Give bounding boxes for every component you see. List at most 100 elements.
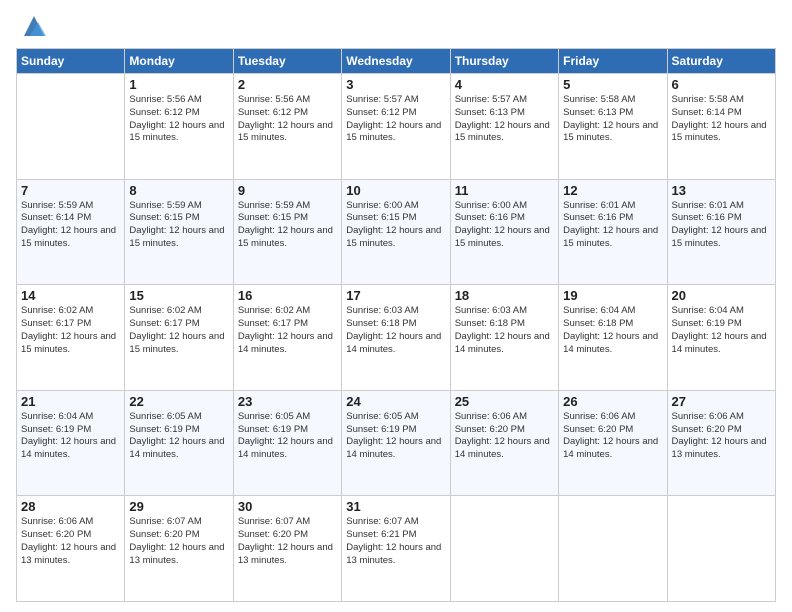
day-info: Sunrise: 5:58 AMSunset: 6:14 PMDaylight:… (672, 94, 771, 145)
day-info: Sunrise: 5:56 AMSunset: 6:12 PMDaylight:… (129, 94, 228, 145)
day-number: 24 (346, 394, 445, 409)
day-cell: 18 Sunrise: 6:03 AMSunset: 6:18 PMDayligh… (450, 285, 558, 391)
day-cell: 28 Sunrise: 6:06 AMSunset: 6:20 PMDayligh… (17, 496, 125, 602)
day-cell: 11 Sunrise: 6:00 AMSunset: 6:16 PMDayligh… (450, 179, 558, 285)
day-number: 18 (455, 288, 554, 303)
week-row-5: 28 Sunrise: 6:06 AMSunset: 6:20 PMDayligh… (17, 496, 776, 602)
day-number: 5 (563, 77, 662, 92)
week-row-2: 7 Sunrise: 5:59 AMSunset: 6:14 PMDaylight… (17, 179, 776, 285)
day-cell: 2 Sunrise: 5:56 AMSunset: 6:12 PMDaylight… (233, 74, 341, 180)
day-number: 19 (563, 288, 662, 303)
day-number: 8 (129, 183, 228, 198)
day-cell: 31Sunrise: 6:07 AMSunset: 6:21 PMDayligh… (342, 496, 450, 602)
day-info: Sunrise: 6:00 AMSunset: 6:16 PMDaylight:… (455, 200, 554, 251)
weekday-header-saturday: Saturday (667, 49, 775, 74)
day-number: 28 (21, 499, 120, 514)
day-number: 4 (455, 77, 554, 92)
day-number: 7 (21, 183, 120, 198)
day-number: 31 (346, 499, 445, 514)
day-info: Sunrise: 5:57 AMSunset: 6:12 PMDaylight:… (346, 94, 445, 145)
day-number: 13 (672, 183, 771, 198)
day-cell: 19 Sunrise: 6:04 AMSunset: 6:18 PMDayligh… (559, 285, 667, 391)
day-info: Sunrise: 6:06 AMSunset: 6:20 PMDaylight:… (21, 516, 120, 567)
day-info: Sunrise: 6:06 AMSunset: 6:20 PMDaylight:… (563, 411, 662, 462)
day-info: Sunrise: 6:02 AMSunset: 6:17 PMDaylight:… (129, 305, 228, 356)
day-info: Sunrise: 6:04 AMSunset: 6:18 PMDaylight:… (563, 305, 662, 356)
day-cell: 4 Sunrise: 5:57 AMSunset: 6:13 PMDaylight… (450, 74, 558, 180)
day-cell (450, 496, 558, 602)
week-row-4: 21 Sunrise: 6:04 AMSunset: 6:19 PMDayligh… (17, 390, 776, 496)
day-number: 14 (21, 288, 120, 303)
day-number: 27 (672, 394, 771, 409)
day-info: Sunrise: 5:57 AMSunset: 6:13 PMDaylight:… (455, 94, 554, 145)
day-info: Sunrise: 6:04 AMSunset: 6:19 PMDaylight:… (672, 305, 771, 356)
day-number: 11 (455, 183, 554, 198)
day-number: 26 (563, 394, 662, 409)
day-info: Sunrise: 6:03 AMSunset: 6:18 PMDaylight:… (455, 305, 554, 356)
day-info: Sunrise: 6:02 AMSunset: 6:17 PMDaylight:… (238, 305, 337, 356)
weekday-header-sunday: Sunday (17, 49, 125, 74)
header (16, 12, 776, 40)
day-cell (17, 74, 125, 180)
weekday-header-friday: Friday (559, 49, 667, 74)
day-cell: 25Sunrise: 6:06 AMSunset: 6:20 PMDayligh… (450, 390, 558, 496)
day-cell: 30 Sunrise: 6:07 AMSunset: 6:20 PMDayligh… (233, 496, 341, 602)
weekday-header-tuesday: Tuesday (233, 49, 341, 74)
day-number: 20 (672, 288, 771, 303)
day-cell: 27 Sunrise: 6:06 AMSunset: 6:20 PMDayligh… (667, 390, 775, 496)
week-row-1: 1Sunrise: 5:56 AMSunset: 6:12 PMDaylight… (17, 74, 776, 180)
day-info: Sunrise: 5:59 AMSunset: 6:14 PMDaylight:… (21, 200, 120, 251)
weekday-header-monday: Monday (125, 49, 233, 74)
day-number: 23 (238, 394, 337, 409)
weekday-header-thursday: Thursday (450, 49, 558, 74)
day-info: Sunrise: 6:05 AMSunset: 6:19 PMDaylight:… (238, 411, 337, 462)
day-cell: 15 Sunrise: 6:02 AMSunset: 6:17 PMDayligh… (125, 285, 233, 391)
day-number: 6 (672, 77, 771, 92)
day-number: 21 (21, 394, 120, 409)
day-number: 10 (346, 183, 445, 198)
day-info: Sunrise: 6:05 AMSunset: 6:19 PMDaylight:… (129, 411, 228, 462)
day-cell: 23 Sunrise: 6:05 AMSunset: 6:19 PMDayligh… (233, 390, 341, 496)
day-number: 2 (238, 77, 337, 92)
weekday-header-wednesday: Wednesday (342, 49, 450, 74)
day-number: 29 (129, 499, 228, 514)
week-row-3: 14 Sunrise: 6:02 AMSunset: 6:17 PMDayligh… (17, 285, 776, 391)
day-info: Sunrise: 5:58 AMSunset: 6:13 PMDaylight:… (563, 94, 662, 145)
day-info: Sunrise: 6:00 AMSunset: 6:15 PMDaylight:… (346, 200, 445, 251)
day-number: 17 (346, 288, 445, 303)
day-number: 15 (129, 288, 228, 303)
day-number: 3 (346, 77, 445, 92)
day-info: Sunrise: 6:02 AMSunset: 6:17 PMDaylight:… (21, 305, 120, 356)
day-cell: 3 Sunrise: 5:57 AMSunset: 6:12 PMDaylight… (342, 74, 450, 180)
day-info: Sunrise: 6:04 AMSunset: 6:19 PMDaylight:… (21, 411, 120, 462)
day-cell: 22 Sunrise: 6:05 AMSunset: 6:19 PMDayligh… (125, 390, 233, 496)
day-info: Sunrise: 6:01 AMSunset: 6:16 PMDaylight:… (672, 200, 771, 251)
day-cell: 9Sunrise: 5:59 AMSunset: 6:15 PMDaylight… (233, 179, 341, 285)
day-cell: 5 Sunrise: 5:58 AMSunset: 6:13 PMDaylight… (559, 74, 667, 180)
logo (16, 12, 48, 40)
day-info: Sunrise: 6:03 AMSunset: 6:18 PMDaylight:… (346, 305, 445, 356)
day-info: Sunrise: 6:07 AMSunset: 6:20 PMDaylight:… (129, 516, 228, 567)
day-number: 12 (563, 183, 662, 198)
day-cell: 8 Sunrise: 5:59 AMSunset: 6:15 PMDaylight… (125, 179, 233, 285)
day-info: Sunrise: 5:59 AMSunset: 6:15 PMDaylight:… (129, 200, 228, 251)
calendar-table: SundayMondayTuesdayWednesdayThursdayFrid… (16, 48, 776, 602)
day-number: 22 (129, 394, 228, 409)
day-info: Sunrise: 6:07 AMSunset: 6:20 PMDaylight:… (238, 516, 337, 567)
day-cell (667, 496, 775, 602)
day-cell: 14 Sunrise: 6:02 AMSunset: 6:17 PMDayligh… (17, 285, 125, 391)
day-info: Sunrise: 6:06 AMSunset: 6:20 PMDaylight:… (672, 411, 771, 462)
day-number: 30 (238, 499, 337, 514)
day-info: Sunrise: 5:56 AMSunset: 6:12 PMDaylight:… (238, 94, 337, 145)
day-cell: 17 Sunrise: 6:03 AMSunset: 6:18 PMDayligh… (342, 285, 450, 391)
day-cell (559, 496, 667, 602)
day-cell: 6 Sunrise: 5:58 AMSunset: 6:14 PMDaylight… (667, 74, 775, 180)
day-info: Sunrise: 6:01 AMSunset: 6:16 PMDaylight:… (563, 200, 662, 251)
day-number: 16 (238, 288, 337, 303)
calendar-page: SundayMondayTuesdayWednesdayThursdayFrid… (0, 0, 792, 612)
day-number: 9 (238, 183, 337, 198)
day-number: 25 (455, 394, 554, 409)
day-cell: 20 Sunrise: 6:04 AMSunset: 6:19 PMDayligh… (667, 285, 775, 391)
day-cell: 12 Sunrise: 6:01 AMSunset: 6:16 PMDayligh… (559, 179, 667, 285)
day-cell: 21 Sunrise: 6:04 AMSunset: 6:19 PMDayligh… (17, 390, 125, 496)
